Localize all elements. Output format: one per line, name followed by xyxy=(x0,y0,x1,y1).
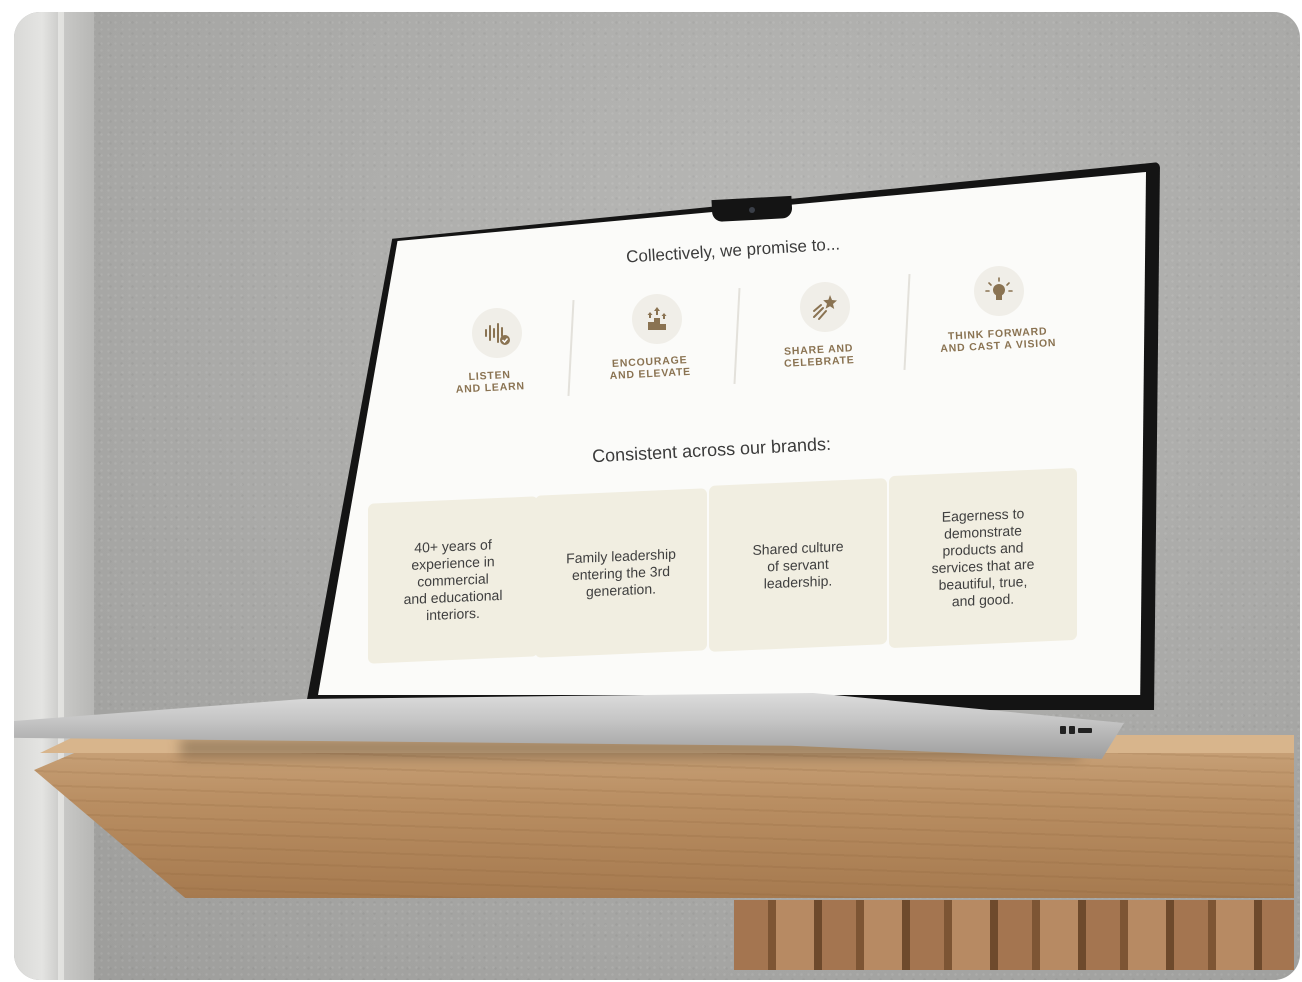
divider xyxy=(903,274,911,370)
promise-label-encourage: ENCOURAGE AND ELEVATE xyxy=(609,354,692,383)
promise-label-share: SHARE AND CELEBRATE xyxy=(783,342,855,370)
brand-card-text: Shared culture of servant leadership. xyxy=(752,537,844,591)
sound-wave-check-icon xyxy=(472,308,522,358)
brand-card: Family leadership entering the 3rd gener… xyxy=(535,488,707,658)
divider xyxy=(567,300,575,396)
promise-label-listen: LISTEN AND LEARN xyxy=(455,368,526,396)
brand-card: Eagerness to demonstrate products and se… xyxy=(889,467,1077,649)
lightbulb-icon xyxy=(974,266,1024,316)
podium-arrows-icon xyxy=(632,294,682,344)
brands-heading: Consistent across our brands: xyxy=(591,433,832,467)
brand-card-text: Family leadership entering the 3rd gener… xyxy=(566,545,676,600)
divider xyxy=(733,288,741,384)
promise-heading: Collectively, we promise to... xyxy=(625,234,841,267)
brand-card: Shared culture of servant leadership. xyxy=(709,478,887,652)
brand-card: 40+ years of experience in commercial an… xyxy=(368,496,538,664)
brand-card-text: 40+ years of experience in commercial an… xyxy=(403,535,503,623)
brand-card-text: Eagerness to demonstrate products and se… xyxy=(931,505,1035,610)
screen-content: Collectively, we promise to... LISTEN AN… xyxy=(0,0,1302,982)
promise-label-think: THINK FORWARD AND CAST A VISION xyxy=(940,325,1057,356)
shooting-star-icon xyxy=(800,282,850,332)
